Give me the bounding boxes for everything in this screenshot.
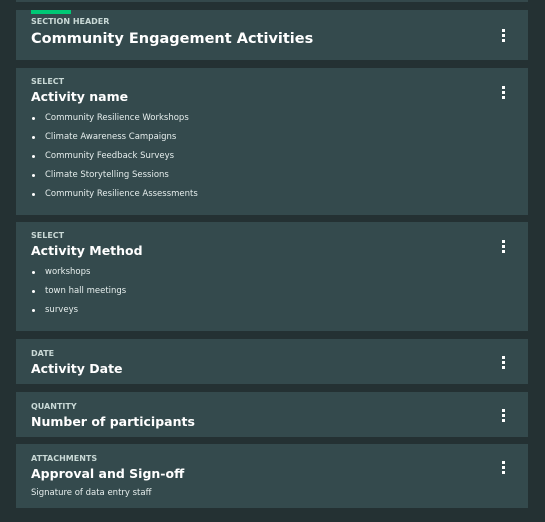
section-header-card[interactable]: SECTION HEADER Community Engagement Acti… [16,10,528,60]
field-card-activity-method[interactable]: SELECT Activity Method workshops town ha… [16,222,528,331]
field-card-participants[interactable]: QUANTITY Number of participants [16,392,528,437]
field-type-label: DATE [31,349,55,358]
more-vertical-icon[interactable] [502,86,505,99]
option-item: surveys [31,305,513,324]
section-accent-bar [31,10,71,14]
option-list: Community Resilience Workshops Climate A… [31,113,513,208]
more-vertical-icon[interactable] [502,240,505,253]
field-title: Activity Method [31,243,143,258]
option-item: Community Feedback Surveys [31,151,513,170]
field-description: Signature of data entry staff [31,488,152,498]
option-item: workshops [31,267,513,286]
previous-card-edge [16,0,528,2]
field-type-label: QUANTITY [31,402,77,411]
field-title: Activity name [31,89,129,104]
option-list: workshops town hall meetings surveys [31,267,513,324]
field-type-label: SELECT [31,77,65,86]
field-type-label: SECTION HEADER [31,17,110,26]
more-vertical-icon[interactable] [502,29,505,42]
field-type-label: SELECT [31,231,65,240]
field-card-activity-name[interactable]: SELECT Activity name Community Resilienc… [16,68,528,215]
more-vertical-icon[interactable] [502,461,505,474]
more-vertical-icon[interactable] [502,356,505,369]
option-item: Community Resilience Workshops [31,113,513,132]
option-item: Climate Awareness Campaigns [31,132,513,151]
field-card-activity-date[interactable]: DATE Activity Date [16,339,528,384]
option-item: Climate Storytelling Sessions [31,170,513,189]
field-title: Approval and Sign-off [31,466,185,481]
field-title: Number of participants [31,414,195,429]
option-item: town hall meetings [31,286,513,305]
field-title: Activity Date [31,361,123,376]
option-item: Community Resilience Assessments [31,189,513,208]
field-card-approval[interactable]: ATTACHMENTS Approval and Sign-off Signat… [16,444,528,508]
section-title: Community Engagement Activities [31,31,314,47]
field-type-label: ATTACHMENTS [31,454,98,463]
more-vertical-icon[interactable] [502,409,505,422]
